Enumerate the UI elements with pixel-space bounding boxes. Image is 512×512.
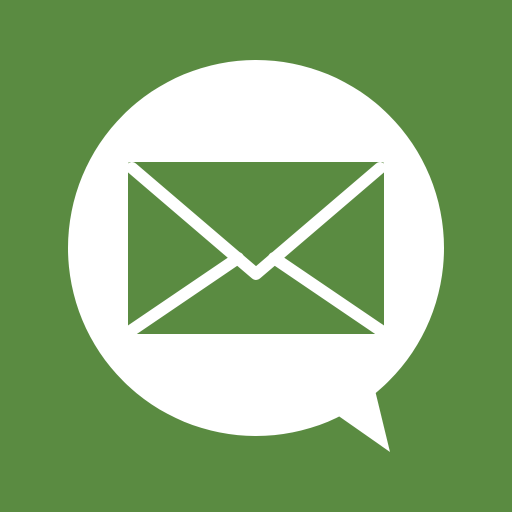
app-icon bbox=[0, 0, 512, 512]
chat-mail-icon bbox=[0, 0, 512, 512]
envelope-icon bbox=[126, 162, 386, 336]
